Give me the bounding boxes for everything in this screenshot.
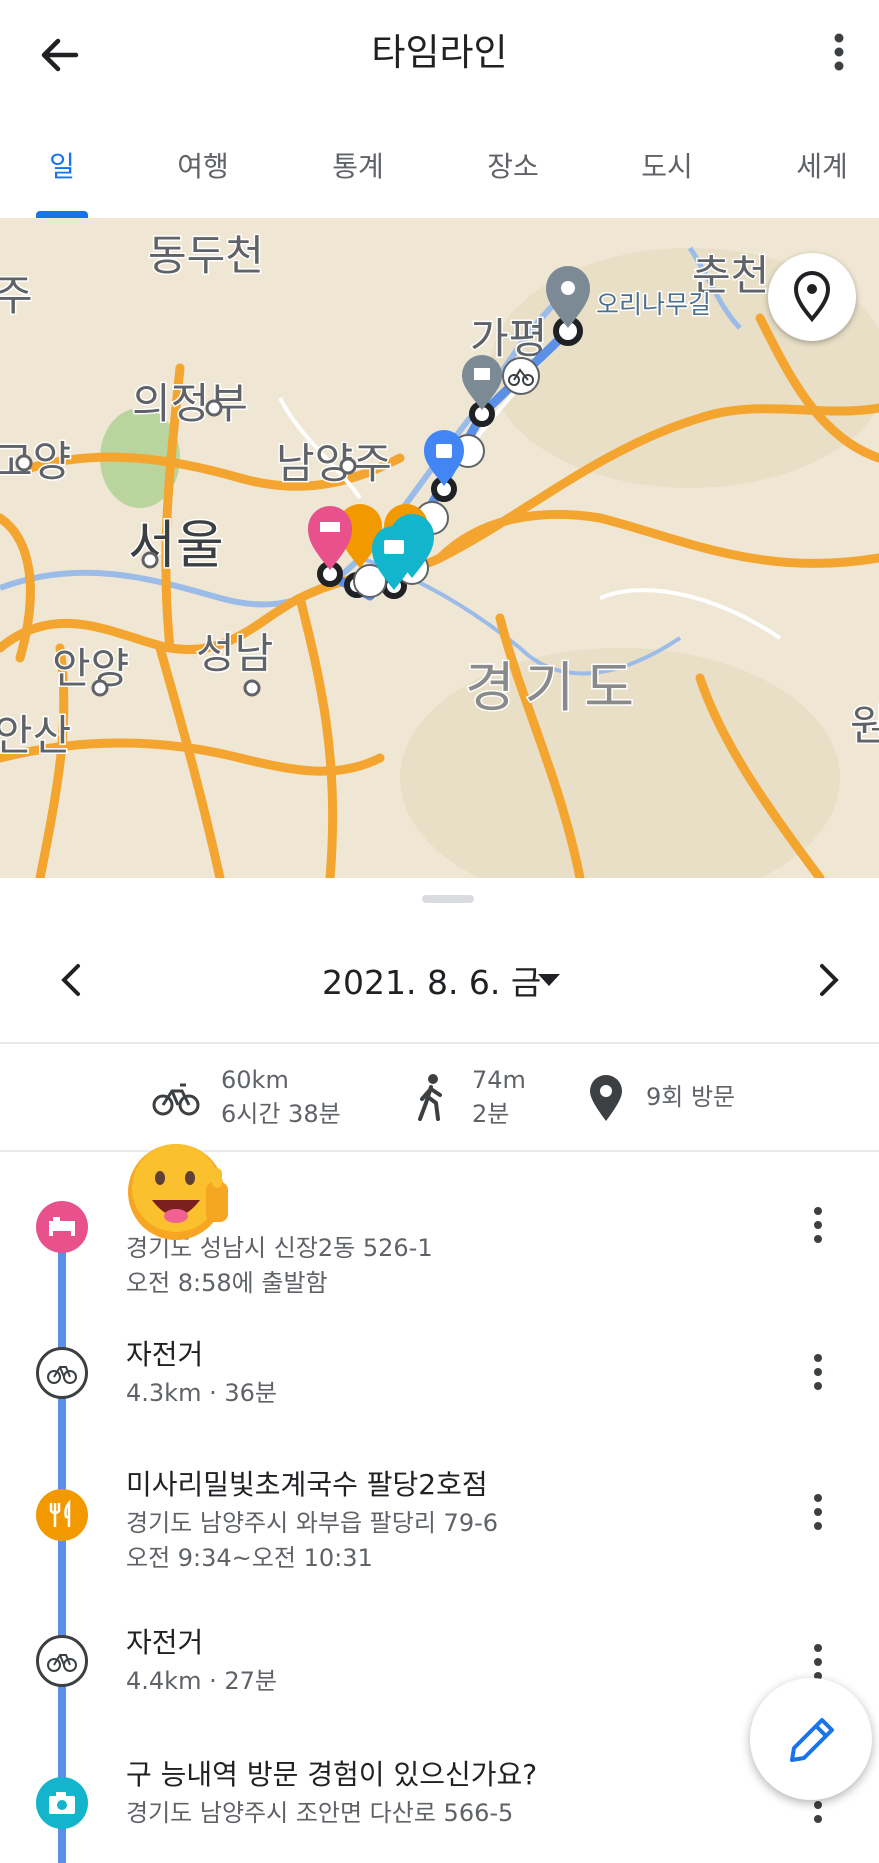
visit-count: 9회 방문	[646, 1083, 736, 1111]
dropdown-caret-icon[interactable]	[538, 974, 560, 988]
map-label-seoul: 서울	[128, 516, 224, 576]
map-view[interactable]: 동두천 춘천 주 가평 오리나무길 의정부 남양주 고양 서울 안양 성남 경기…	[0, 218, 879, 878]
map-label-ansan: 안산	[0, 711, 71, 760]
more-vert-icon[interactable]	[806, 1203, 830, 1247]
timeline-item-address: 경기도 남양주시 조안면 다산로 566-5	[126, 1799, 514, 1827]
more-vert-icon[interactable]	[821, 28, 857, 78]
map-label-won: 원	[850, 701, 879, 750]
map-label-namyangju: 남양주	[276, 439, 392, 488]
map-label-gyeonggido: 경기도	[465, 656, 644, 719]
map-label-uijeongbu: 의정부	[132, 379, 248, 428]
place-pin-icon	[590, 1075, 622, 1121]
timeline-item-address: 경기도 남양주시 와부읍 팔당리 79-6	[126, 1509, 499, 1537]
map-canvas: 동두천 춘천 주 가평 오리나무길 의정부 남양주 고양 서울 안양 성남 경기…	[0, 218, 879, 878]
tab-cities[interactable]: 도시	[607, 145, 727, 185]
chevron-right-icon[interactable]	[808, 956, 848, 1004]
app-bar: 타임라인	[0, 0, 879, 105]
divider	[0, 1042, 879, 1044]
camera-icon	[36, 1777, 88, 1829]
date-navigator: 2021. 8. 6. 금	[0, 938, 879, 1020]
map-label-dongducheon: 동두천	[148, 231, 264, 280]
cycling-distance: 60km	[221, 1066, 289, 1094]
thumbs-up-emoji-sticker	[128, 1144, 228, 1240]
timeline-item-detail: 4.3km · 36분	[126, 1379, 277, 1407]
timeline-line	[58, 1223, 66, 1863]
pencil-icon	[790, 1718, 834, 1762]
location-pin-icon	[793, 271, 831, 323]
drag-handle[interactable]	[422, 895, 474, 903]
map-label-seongnam: 성남	[196, 629, 273, 678]
more-vert-icon[interactable]	[806, 1350, 830, 1394]
location-button[interactable]	[768, 253, 856, 341]
cycling-duration: 6시간 38분	[221, 1100, 341, 1128]
map-label-anyang: 안양	[52, 644, 129, 693]
tab-insights[interactable]: 통계	[298, 145, 418, 185]
walking-distance: 74m	[472, 1066, 526, 1094]
tab-places[interactable]: 장소	[453, 145, 573, 185]
timeline-item-time: 오전 9:34~오전 10:31	[126, 1544, 373, 1572]
edit-button[interactable]	[750, 1678, 872, 1800]
hotel-icon	[36, 1201, 88, 1253]
tab-indicator	[36, 211, 88, 218]
bicycle-icon	[152, 1083, 200, 1116]
timeline-item-title[interactable]: 구 능내역 방문 경험이 있으신가요?	[126, 1753, 537, 1793]
page-title: 타임라인	[371, 31, 508, 74]
walking-duration: 2분	[472, 1100, 510, 1128]
timeline-item-detail: 4.4km · 27분	[126, 1667, 277, 1695]
walking-icon	[418, 1074, 442, 1121]
tab-trips[interactable]: 여행	[143, 145, 263, 185]
bicycle-icon	[36, 1635, 88, 1687]
restaurant-icon	[36, 1489, 88, 1541]
timeline-item-time: 오전 8:58에 출발함	[126, 1269, 328, 1297]
tab-world[interactable]: 세계	[762, 145, 879, 185]
timeline-item-title[interactable]: 자전거	[126, 1621, 203, 1661]
more-vert-icon[interactable]	[806, 1490, 830, 1534]
chevron-left-icon[interactable]	[52, 956, 92, 1004]
day-summary: 60km 6시간 38분 74m 2분 9회 방문	[0, 1045, 879, 1151]
date-label[interactable]: 2021. 8. 6. 금	[322, 956, 541, 1004]
timeline-list: 경기도 성남시 신장2동 526-1 오전 8:58에 출발함 자전거 4.3k…	[0, 1153, 879, 1863]
tab-day[interactable]: 일	[2, 145, 122, 185]
timeline-item-title[interactable]: 미사리밀빛초계국수 팔당2호점	[126, 1463, 488, 1503]
map-label-orinamu: 오리나무길	[596, 290, 711, 319]
bicycle-icon	[36, 1347, 88, 1399]
tab-bar: 일 여행 통계 장소 도시 세계	[0, 105, 879, 218]
timeline-item-title[interactable]: 자전거	[126, 1333, 203, 1373]
map-label-ju: 주	[0, 271, 33, 320]
map-label-goyang: 고양	[0, 437, 71, 486]
